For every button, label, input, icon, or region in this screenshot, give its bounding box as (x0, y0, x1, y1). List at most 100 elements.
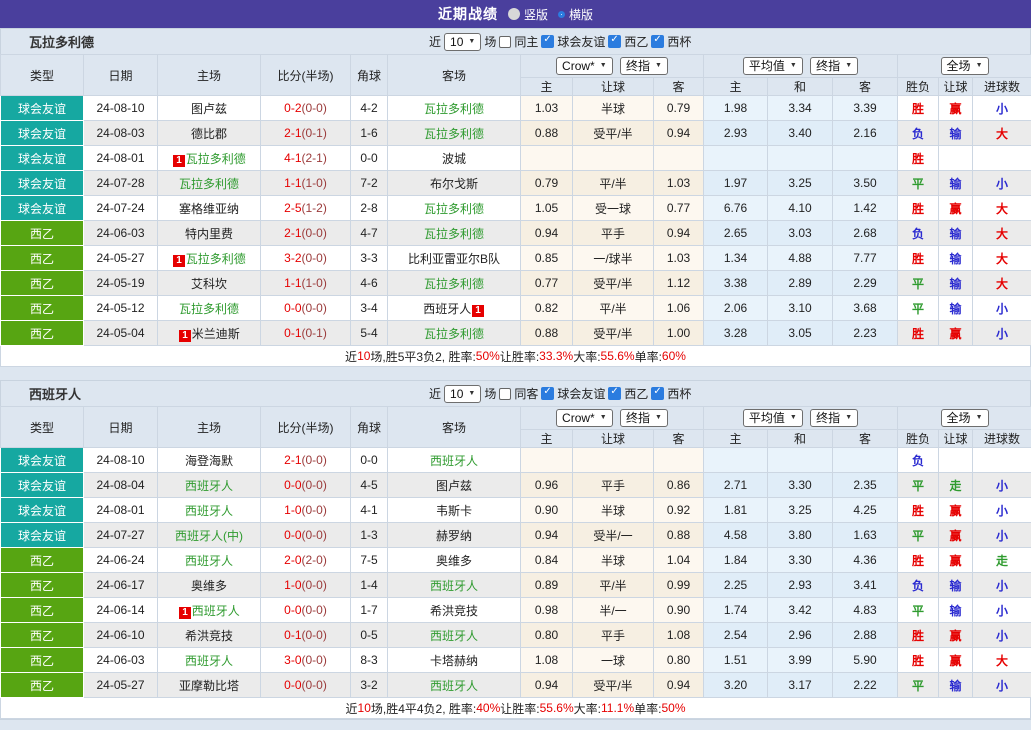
sub-crow-handicap: 让球 (572, 429, 654, 448)
league-cup-checkbox[interactable] (651, 386, 665, 400)
bookmaker-select[interactable]: Crow* (556, 57, 613, 75)
league-friendly-checkbox[interactable] (541, 34, 555, 48)
crow-home-odds: 0.77 (520, 270, 573, 296)
avg-away-odds: 4.36 (831, 547, 899, 573)
crow-final-select[interactable]: 终指 (620, 409, 668, 427)
average-final-select[interactable]: 终指 (810, 409, 859, 427)
scope-select[interactable]: 全场 (940, 57, 989, 75)
corner-count: 0-5 (350, 622, 388, 648)
halftime-score: (0-0) (301, 301, 327, 315)
crow-away-odds: 0.88 (653, 522, 704, 548)
home-team-name: 西班牙人 (184, 553, 233, 568)
score-cell: 3-0(0-0) (260, 647, 351, 673)
average-select[interactable]: 平均值 (742, 57, 803, 75)
corner-count: 0-0 (350, 145, 388, 171)
result-wdl: 平 (897, 472, 940, 498)
same-away-checkbox[interactable] (499, 387, 512, 400)
league-cup-label: 西杯 (667, 387, 692, 401)
avg-draw-odds: 3.05 (767, 320, 833, 346)
avg-home-odds: 1.81 (703, 497, 768, 523)
result-wdl: 胜 (897, 647, 940, 673)
average-select[interactable]: 平均值 (742, 409, 803, 427)
same-home-checkbox[interactable] (499, 35, 512, 48)
scope-select[interactable]: 全场 (940, 409, 989, 427)
league-friendly-label: 球会友谊 (557, 387, 606, 401)
crow-home-odds: 0.84 (520, 547, 573, 573)
league-laliga2-checkbox[interactable] (608, 386, 622, 400)
summary-stat-value: 50% (475, 349, 500, 363)
avg-home-odds: 1.97 (703, 170, 768, 196)
summary-stat-value: 50% (661, 701, 686, 715)
match-row: 西乙 24-05-19 艾科坎 1-1(1-0) 4-6 瓦拉多利德 0.77 受平/半 1.1… (0, 270, 1031, 296)
home-team-cell: 瓦拉多利德 (157, 170, 261, 196)
fulltime-score: 2-5 (284, 201, 302, 215)
match-date: 24-08-01 (83, 145, 158, 171)
home-team-cell: 图卢兹 (157, 95, 261, 121)
fulltime-score: 1-1 (284, 176, 302, 190)
result-wdl: 胜 (897, 95, 940, 121)
summary-stat-value: 11.1% (600, 701, 635, 715)
avg-away-odds: 3.41 (831, 572, 899, 598)
recent-matches-table-home: 类型 日期 主场 比分(半场) 角球 客场 Crow* 终指 平均值 终指 全场… (0, 54, 1031, 346)
crow-home-odds (520, 145, 573, 171)
home-team-title: 瓦拉多利德 (29, 35, 95, 50)
match-date: 24-06-24 (83, 547, 158, 573)
avg-home-odds: 1.51 (703, 647, 768, 673)
avg-draw-odds: 3.03 (767, 220, 833, 246)
away-team-name: 希洪竞技 (429, 603, 478, 618)
fulltime-score: 2-1 (284, 226, 302, 240)
crow-home-odds: 0.85 (520, 245, 573, 271)
fulltime-score: 0-0 (284, 678, 302, 692)
rank-1-badge: 1 (472, 304, 484, 317)
fulltime-score: 3-2 (284, 251, 302, 265)
match-type-badge: 球会友谊 (0, 497, 84, 523)
away-team-cell: 西班牙人 (387, 672, 521, 698)
league-friendly-label: 球会友谊 (557, 35, 606, 49)
league-friendly-checkbox[interactable] (541, 386, 555, 400)
away-team-cell: 韦斯卡 (387, 497, 521, 523)
match-count-select[interactable]: 10 (444, 32, 482, 51)
match-date: 24-06-10 (83, 622, 158, 648)
vertical-radio-icon[interactable] (507, 8, 520, 20)
avg-away-odds: 2.68 (831, 220, 899, 246)
league-cup-checkbox[interactable] (651, 34, 665, 48)
away-team-cell: 西班牙人 (387, 622, 521, 648)
layout-option-vertical[interactable]: 竖版 (507, 6, 548, 23)
match-row: 球会友谊 24-08-10 图卢兹 0-2(0-0) 4-2 瓦拉多利德 1.03 半球 0.7… (0, 95, 1031, 121)
home-team-cell: 希洪竞技 (157, 622, 261, 648)
home-team-name: 西班牙人 (184, 653, 233, 668)
match-count-select[interactable]: 10 (444, 384, 482, 403)
league-laliga2-checkbox[interactable] (608, 34, 622, 48)
layout-option-horizontal[interactable]: 横版 (558, 6, 593, 23)
match-date: 24-05-27 (83, 245, 158, 271)
result-handicap: 走 (938, 472, 974, 498)
crow-handicap: 平/半 (572, 572, 654, 598)
match-date: 24-06-03 (83, 647, 158, 673)
home-team-cell: 西班牙人 (157, 547, 261, 573)
average-final-select[interactable]: 终指 (810, 57, 859, 75)
corner-count: 7-2 (350, 170, 388, 196)
home-team-name: 德比郡 (190, 126, 227, 141)
match-date: 24-07-27 (83, 522, 158, 548)
sub-crow-away: 客 (653, 77, 704, 96)
horizontal-radio-label: 横版 (569, 7, 594, 22)
summary-text: 让胜率: (499, 349, 540, 364)
match-row: 球会友谊 24-08-04 西班牙人 0-0(0-0) 4-5 图卢兹 0.96 平手 0.86… (0, 472, 1031, 498)
halftime-score: (2-0) (301, 553, 327, 567)
horizontal-radio-icon[interactable] (558, 10, 565, 18)
score-cell: 1-1(1-0) (260, 270, 351, 296)
home-team-cell: 西班牙人 (157, 472, 261, 498)
avg-away-odds: 2.22 (831, 672, 899, 698)
col-corner: 角球 (350, 54, 388, 96)
corner-count: 3-2 (350, 672, 388, 698)
avg-away-odds: 5.90 (831, 647, 899, 673)
crow-handicap: 平手 (572, 472, 654, 498)
crow-away-odds: 0.90 (653, 597, 704, 623)
bookmaker-select[interactable]: Crow* (556, 409, 613, 427)
crow-final-select[interactable]: 终指 (620, 57, 668, 75)
league-cup-label: 西杯 (667, 35, 692, 49)
avg-draw-odds: 3.34 (767, 95, 833, 121)
match-type-badge: 西乙 (0, 572, 84, 598)
crow-away-odds: 1.06 (653, 295, 704, 321)
summary-stat-value: 10 (357, 701, 371, 715)
